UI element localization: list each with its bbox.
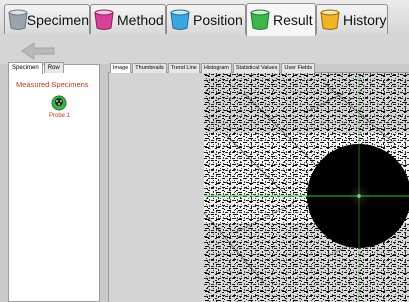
tab-trend-line[interactable]: Trend Line [167, 63, 200, 73]
tab-user-fields[interactable]: User Fields [281, 63, 316, 73]
probe-icon[interactable] [51, 95, 67, 111]
tab-history-label: History [343, 11, 387, 28]
tab-position-label: Position [193, 11, 243, 28]
tab-specimen-label: Specimen [26, 11, 89, 28]
cup-pink-icon [94, 9, 114, 31]
tab-thumbnails[interactable]: Thumbnails [132, 63, 167, 73]
cup-yellow-icon [320, 9, 340, 31]
micrograph-image[interactable] [204, 73, 409, 302]
cup-gray-icon [8, 9, 28, 31]
tab-image[interactable]: Image [110, 63, 132, 73]
left-tab-strip: Specimen Row [8, 62, 65, 74]
back-button[interactable] [20, 41, 56, 61]
back-arrow-icon [21, 42, 55, 60]
cup-green-icon [250, 9, 270, 31]
probe-label[interactable]: Probe 1 [49, 113, 70, 119]
tab-histogram[interactable]: Histogram [200, 63, 232, 73]
tab-specimen[interactable]: Specimen [4, 4, 90, 34]
tab-history[interactable]: History [316, 4, 388, 34]
tab-specimen-list[interactable]: Specimen [8, 62, 43, 74]
tab-method-label: Method [117, 11, 164, 28]
tab-method[interactable]: Method [90, 4, 166, 34]
main-tab-bar: Specimen Method Position Result History [0, 0, 409, 37]
toolbar [0, 36, 409, 64]
result-tab-strip: Image Thumbnails Trend Line Histogram St… [110, 63, 316, 73]
cup-blue-icon [170, 9, 190, 31]
tab-row[interactable]: Row [43, 62, 64, 73]
tab-position[interactable]: Position [166, 4, 246, 34]
tab-statistical-values[interactable]: Statistical Values [232, 63, 281, 73]
measured-specimens-heading: Measured Specimens [16, 80, 89, 89]
tab-result[interactable]: Result [246, 3, 316, 36]
tab-result-label: Result [273, 12, 313, 28]
